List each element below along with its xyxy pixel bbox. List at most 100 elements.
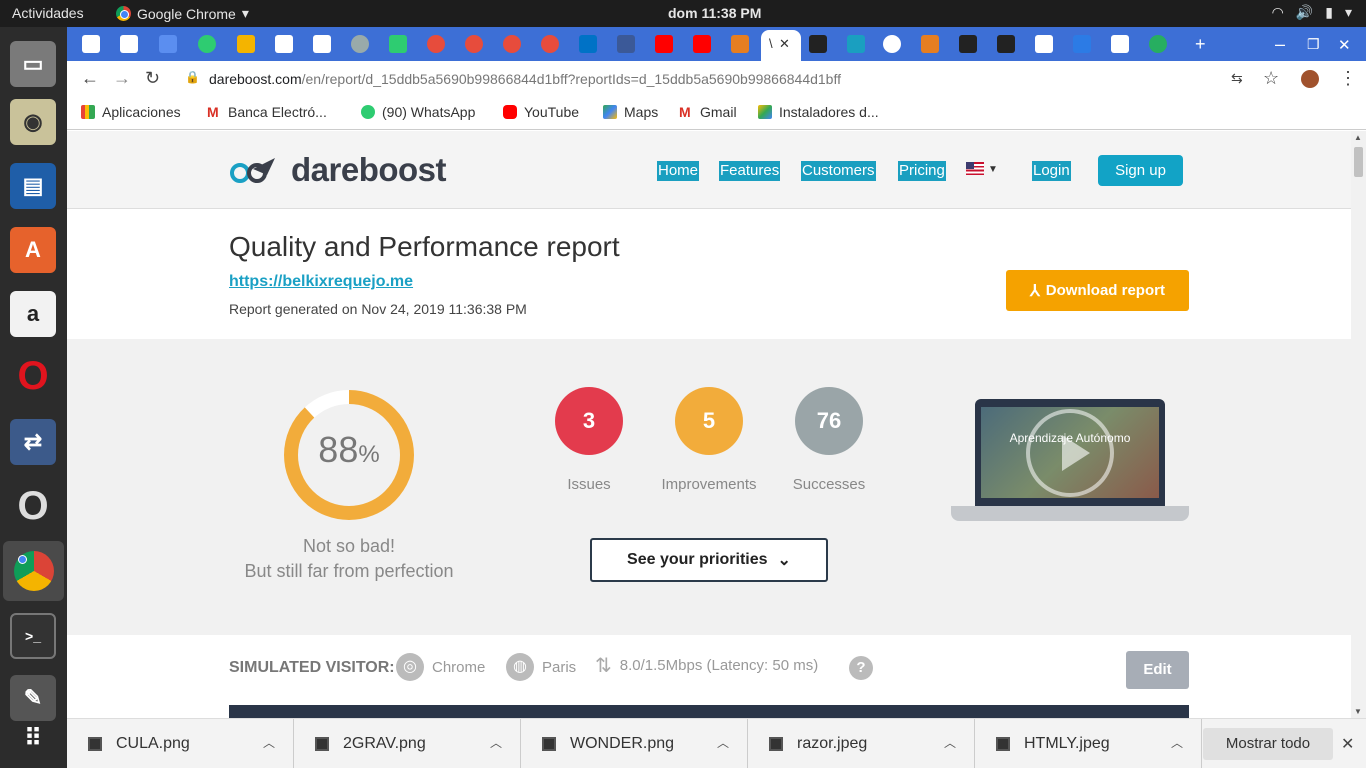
tab-page[interactable] [313, 35, 331, 53]
issues-count[interactable]: 3 [555, 387, 623, 455]
chevron-up-icon[interactable]: ︿ [490, 734, 502, 751]
terminal-icon[interactable]: >_ [10, 613, 56, 659]
tab-blue[interactable] [1073, 35, 1091, 53]
show-all-downloads-button[interactable]: Mostrar todo [1203, 728, 1333, 760]
tab-google-2[interactable] [1035, 35, 1053, 53]
bookmark-bank[interactable]: M Banca Electró... [207, 104, 327, 120]
tab-lock[interactable] [847, 35, 865, 53]
nav-pricing[interactable]: Pricing [898, 161, 946, 181]
tab-doc-1[interactable] [959, 35, 977, 53]
activities-button[interactable]: Actividades [12, 5, 84, 21]
edit-button[interactable]: Edit [1126, 651, 1189, 689]
login-link[interactable]: Login [1032, 161, 1071, 181]
opera-gx-icon[interactable]: O [10, 483, 56, 529]
files-icon[interactable]: ▭ [10, 41, 56, 87]
caret-down-icon[interactable]: ▼ [988, 164, 998, 175]
tab-clover[interactable] [1149, 35, 1167, 53]
tab-nu[interactable] [809, 35, 827, 53]
download-report-button[interactable]: ⅄ Download report [1006, 270, 1189, 311]
writer-icon[interactable]: ▤ [10, 163, 56, 209]
download-item[interactable]: HTMLY.jpeg ︿ [975, 719, 1202, 768]
remote-desktop-icon[interactable]: ⇄ [10, 419, 56, 465]
minimize-button[interactable]: – [1275, 34, 1285, 55]
tab-docs[interactable] [275, 35, 293, 53]
tab-google[interactable] [82, 35, 100, 53]
app-menu[interactable]: Google Chrome ▾ [116, 5, 249, 22]
amazon-icon[interactable]: a [10, 291, 56, 337]
download-item[interactable]: razor.jpeg ︿ [748, 719, 975, 768]
bookmark-youtube[interactable]: YouTube [503, 104, 579, 120]
nav-customers[interactable]: Customers [801, 161, 876, 181]
bookmark-installers[interactable]: Instaladores d... [758, 104, 879, 120]
close-icon[interactable]: ✕ [1341, 734, 1354, 754]
download-item[interactable]: CULA.png ︿ [67, 719, 294, 768]
tab-page-2[interactable] [1111, 35, 1129, 53]
bookmark-gmail[interactable]: M Gmail [679, 104, 737, 120]
chevron-up-icon[interactable]: ︿ [944, 734, 956, 751]
close-tab-icon[interactable]: ✕ [779, 36, 790, 52]
page-scrollbar[interactable]: ▲ ▼ [1351, 131, 1366, 718]
bookmark-star-icon[interactable]: ☆ [1263, 68, 1279, 89]
system-tray[interactable]: ◠ 🔊 ▮ ▾ [1272, 4, 1352, 21]
tab-cula[interactable] [883, 35, 901, 53]
download-item[interactable]: WONDER.png ︿ [521, 719, 748, 768]
bookmark-maps[interactable]: Maps [603, 104, 658, 120]
tab-site-4[interactable] [541, 35, 559, 53]
bookmark-apps[interactable]: Aplicaciones [81, 104, 181, 120]
scroll-up-arrow[interactable]: ▲ [1354, 133, 1362, 142]
opera-icon[interactable]: O [10, 353, 56, 399]
chrome-dock-icon[interactable] [3, 541, 64, 601]
reload-button[interactable]: ↻ [145, 68, 160, 89]
clock[interactable]: dom 11:38 PM [668, 5, 761, 21]
rhythmbox-icon[interactable]: ◉ [10, 99, 56, 145]
tab-moodle-2[interactable] [921, 35, 939, 53]
bookmark-whatsapp[interactable]: (90) WhatsApp [361, 104, 475, 120]
menu-icon[interactable]: ⋮ [1339, 68, 1357, 89]
download-item[interactable]: 2GRAV.png ︿ [294, 719, 521, 768]
nav-features[interactable]: Features [719, 161, 781, 181]
software-center-icon[interactable]: A [10, 227, 56, 273]
chevron-up-icon[interactable]: ︿ [263, 734, 275, 751]
tab-facebook[interactable] [617, 35, 635, 53]
dareboost-logo[interactable]: dareboost [229, 151, 447, 189]
video-thumbnail[interactable]: Aprendizaje Autónomo [981, 407, 1159, 498]
tab-site-2[interactable] [465, 35, 483, 53]
successes-count[interactable]: 76 [795, 387, 863, 455]
nav-home[interactable]: Home [657, 161, 700, 181]
tab-site-1[interactable] [427, 35, 445, 53]
tab-whatsapp[interactable] [198, 35, 216, 53]
tab-doc-2[interactable] [997, 35, 1015, 53]
help-icon[interactable]: ? [849, 656, 873, 680]
address-bar[interactable]: 🔒 dareboost.com/en/report/d_15ddb5a5690b… [175, 65, 1255, 93]
tab-youtube-2[interactable] [693, 35, 711, 53]
improvements-count[interactable]: 5 [675, 387, 743, 455]
chevron-up-icon[interactable]: ︿ [717, 734, 729, 751]
app-grid-icon[interactable]: ⠿ [10, 715, 56, 761]
tab-drive[interactable] [237, 35, 255, 53]
scrollbar-thumb[interactable] [1354, 147, 1363, 177]
profile-avatar[interactable] [1301, 70, 1319, 88]
tab-youtube-1[interactable] [655, 35, 673, 53]
report-url-link[interactable]: https://belkixrequejo.me [229, 273, 413, 291]
chevron-up-icon[interactable]: ︿ [1171, 734, 1183, 751]
see-priorities-button[interactable]: See your priorities ⌄ [590, 538, 828, 582]
tab-moodle[interactable] [731, 35, 749, 53]
forward-button[interactable]: → [113, 68, 131, 89]
scroll-down-arrow[interactable]: ▼ [1354, 707, 1362, 716]
restore-button[interactable]: ❐ [1307, 36, 1320, 53]
bookmark-label: YouTube [524, 104, 580, 120]
close-window-button[interactable]: ✕ [1338, 36, 1351, 54]
tab-site-3[interactable] [503, 35, 521, 53]
us-flag-icon[interactable] [966, 162, 984, 175]
tab-web[interactable] [159, 35, 177, 53]
laptop-video[interactable]: Aprendizaje Autónomo [951, 399, 1189, 523]
tab-android[interactable] [389, 35, 407, 53]
tab-loading[interactable] [351, 35, 369, 53]
tab-outlook[interactable] [579, 35, 597, 53]
back-button[interactable]: ← [81, 68, 99, 89]
new-tab-button[interactable]: + [1195, 34, 1206, 55]
tab-vivaldi[interactable] [120, 35, 138, 53]
signup-button[interactable]: Sign up [1098, 155, 1183, 186]
translate-icon[interactable]: ⇆ [1231, 70, 1243, 87]
play-icon[interactable] [1026, 409, 1114, 497]
